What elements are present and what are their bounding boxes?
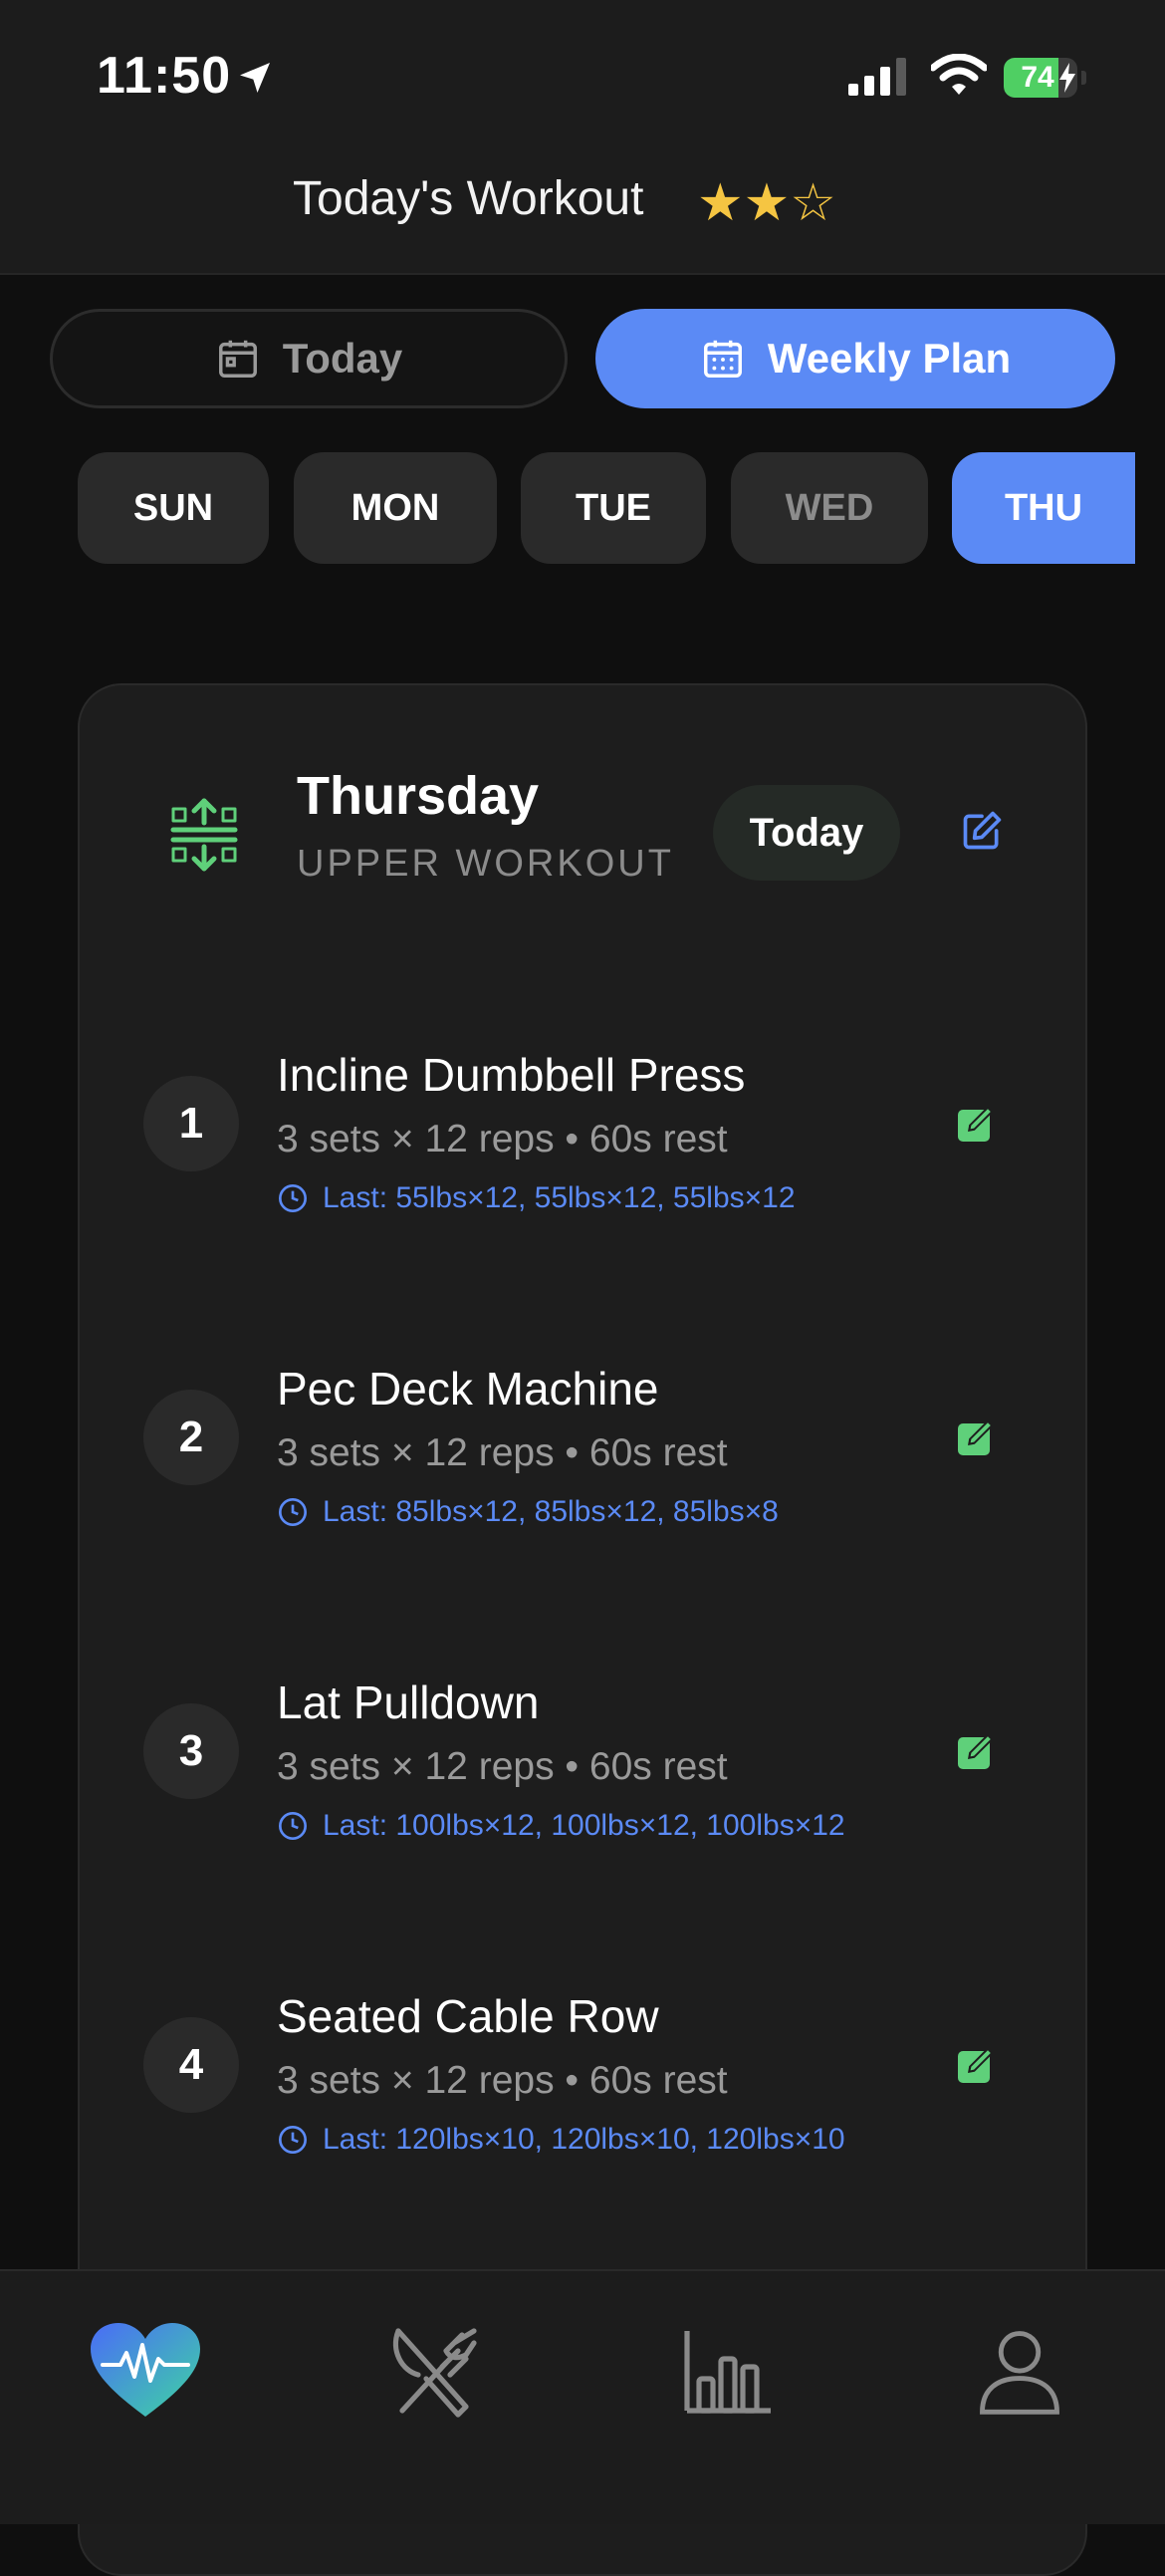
edit-square-icon[interactable] [954, 1100, 1002, 1148]
card-workout-type: UPPER WORKOUT [297, 843, 674, 885]
clock-icon [279, 1812, 307, 1840]
day-pill-wed[interactable]: WED [731, 452, 928, 564]
status-bar: 11:50 74 [0, 0, 1165, 149]
star-filled-icon: ★ [743, 174, 791, 232]
day-pill-mon[interactable]: MON [294, 452, 497, 564]
today-tab-button[interactable]: Today [50, 309, 568, 408]
calendar-icon [218, 340, 257, 378]
exercise-row[interactable]: 2 Pec Deck Machine 3 sets × 12 reps • 60… [80, 1328, 1089, 1547]
clock-icon [279, 1498, 307, 1526]
page-title: Today's Workout [293, 172, 644, 225]
battery-indicator: 74 [1004, 58, 1086, 98]
exercise-last-log: Last: 100lbs×12, 100lbs×12, 100lbs×12 [277, 1809, 845, 1843]
star-empty-icon: ☆ [790, 174, 836, 232]
tab-nutrition[interactable] [364, 2301, 504, 2441]
exercise-name: Pec Deck Machine [277, 1363, 659, 1415]
exercise-detail: 3 sets × 12 reps • 60s rest [277, 1745, 728, 1788]
star-rating: ★★☆ [697, 177, 836, 229]
tab-profile[interactable] [950, 2301, 1089, 2441]
tab-workout[interactable] [76, 2301, 215, 2441]
edit-square-icon[interactable] [954, 2041, 1002, 2089]
day-pill-tue[interactable]: TUE [521, 452, 706, 564]
last-log-text: Last: 85lbs×12, 85lbs×12, 85lbs×8 [323, 1495, 779, 1528]
last-log-text: Last: 120lbs×10, 120lbs×10, 120lbs×10 [323, 2123, 845, 2156]
card-day-title: Thursday [297, 766, 540, 826]
exercise-last-log: Last: 85lbs×12, 85lbs×12, 85lbs×8 [277, 1495, 779, 1529]
exercise-name: Seated Cable Row [277, 1990, 659, 2042]
app-header: Today's Workout ★★☆ [0, 149, 1165, 275]
expand-vertical-icon [170, 798, 238, 872]
exercise-name: Incline Dumbbell Press [277, 1049, 746, 1101]
exercise-detail: 3 sets × 12 reps • 60s rest [277, 1118, 728, 1160]
location-arrow-icon [240, 63, 270, 93]
today-badge: Today [713, 785, 900, 881]
status-time: 11:50 [97, 47, 232, 105]
bar-chart-icon [684, 2331, 771, 2414]
exercise-name: Lat Pulldown [277, 1676, 540, 1728]
exercise-row[interactable]: 3 Lat Pulldown 3 sets × 12 reps • 60s re… [80, 1642, 1089, 1861]
exercise-number: 2 [143, 1390, 239, 1485]
last-log-text: Last: 100lbs×12, 100lbs×12, 100lbs×12 [323, 1809, 845, 1842]
edit-square-icon[interactable] [954, 1414, 1002, 1461]
weekly-plan-tab-button[interactable]: Weekly Plan [595, 309, 1115, 408]
exercise-number: 3 [143, 1703, 239, 1799]
star-filled-icon: ★ [697, 174, 744, 232]
today-tab-label: Today [282, 335, 403, 382]
clock-icon [279, 2126, 307, 2154]
exercise-row[interactable]: 1 Incline Dumbbell Press 3 sets × 12 rep… [80, 1014, 1089, 1233]
calendar-grid-icon [703, 340, 742, 378]
exercise-row[interactable]: 4 Seated Cable Row 3 sets × 12 reps • 60… [80, 1955, 1089, 2175]
exercise-number: 4 [143, 2017, 239, 2113]
fork-knife-icon [392, 2328, 477, 2418]
cellular-signal-icon [848, 58, 906, 96]
day-pill-sun[interactable]: SUN [78, 452, 269, 564]
tab-stats[interactable] [657, 2301, 797, 2441]
exercise-detail: 3 sets × 12 reps • 60s rest [277, 2059, 728, 2102]
charging-bolt-icon [1059, 63, 1075, 93]
exercise-last-log: Last: 55lbs×12, 55lbs×12, 55lbs×12 [277, 1181, 796, 1215]
person-icon [980, 2331, 1059, 2415]
exercise-number: 1 [143, 1076, 239, 1171]
edit-square-icon[interactable] [954, 1727, 1002, 1775]
day-pill-thu[interactable]: THU [952, 452, 1135, 564]
heart-pulse-icon [91, 2323, 200, 2417]
edit-icon[interactable] [960, 809, 1004, 853]
weekly-plan-tab-label: Weekly Plan [767, 335, 1012, 382]
exercise-last-log: Last: 120lbs×10, 120lbs×10, 120lbs×10 [277, 2123, 845, 2157]
bottom-tab-bar [0, 2269, 1165, 2524]
clock-icon [279, 1184, 307, 1212]
wifi-icon [931, 54, 987, 95]
last-log-text: Last: 55lbs×12, 55lbs×12, 55lbs×12 [323, 1181, 796, 1214]
exercise-detail: 3 sets × 12 reps • 60s rest [277, 1431, 728, 1474]
